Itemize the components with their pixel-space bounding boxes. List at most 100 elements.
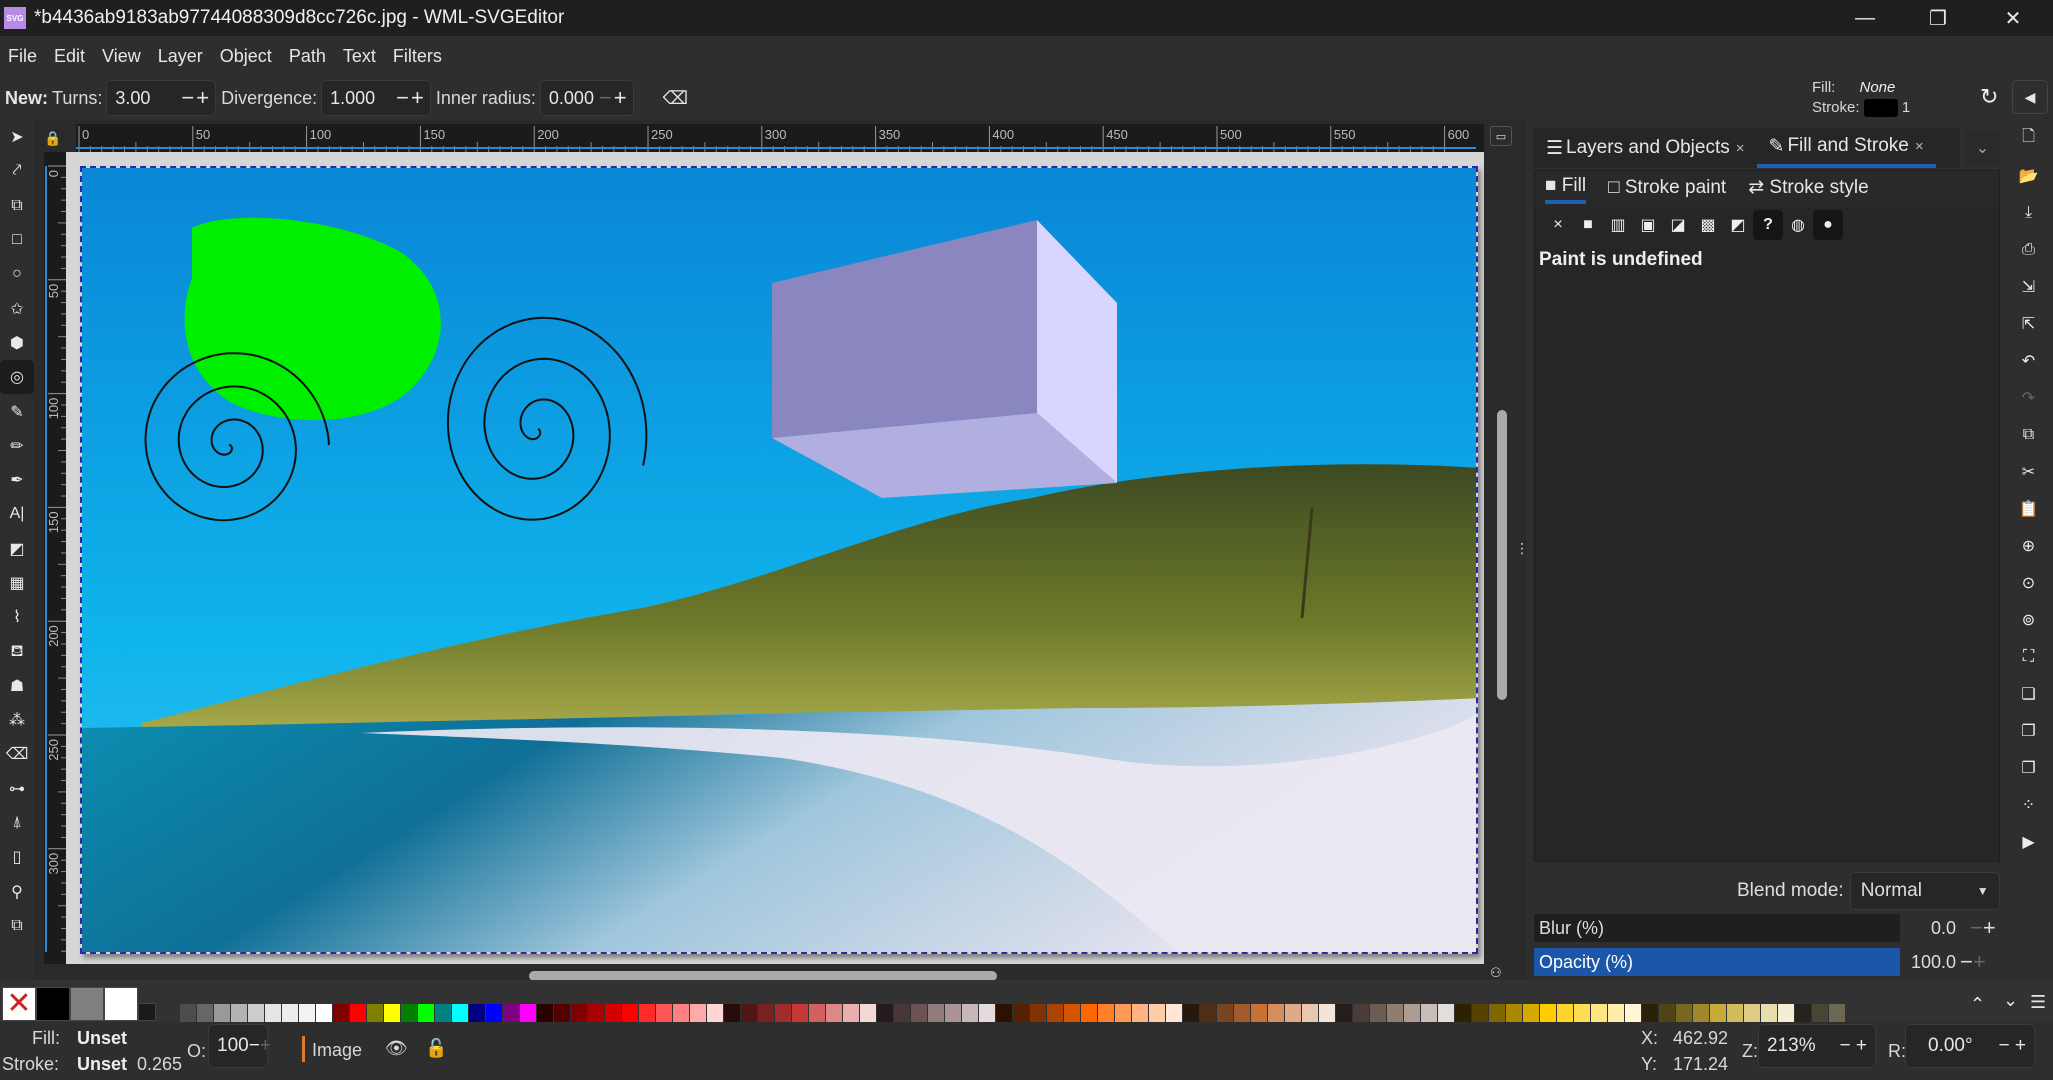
bezier-tool-icon[interactable]: ✎ <box>0 394 34 428</box>
palette-swatch[interactable] <box>384 1004 400 1022</box>
palette-swatch[interactable] <box>775 1004 791 1022</box>
palette-swatch[interactable] <box>826 1004 842 1022</box>
opacity-track[interactable]: Opacity (%) <box>1534 948 1900 976</box>
palette-swatch[interactable] <box>1795 1004 1811 1022</box>
palette-swatch[interactable] <box>1302 1004 1318 1022</box>
palette-swatch[interactable] <box>1523 1004 1539 1022</box>
rotate-cw-button[interactable]: + <box>2015 1035 2026 1056</box>
document-page[interactable] <box>80 166 1478 954</box>
clone-tool-icon[interactable]: ⧉ <box>0 909 34 943</box>
paint-bucket-tool-icon[interactable]: ⛾ <box>0 634 34 668</box>
3d-box-tool-icon[interactable]: ⬢ <box>0 326 34 360</box>
opacity-increment[interactable]: + <box>1973 949 1986 975</box>
vertical-ruler[interactable]: 0 50 100 150 200 250 300 <box>44 152 66 964</box>
zoom-page-width-icon[interactable]: ⛶ <box>2004 638 2053 675</box>
fill-rule-nonzero-icon[interactable]: ● <box>1813 210 1843 240</box>
palette-swatch[interactable] <box>1455 1004 1471 1022</box>
palette-swatch[interactable] <box>1829 1004 1845 1022</box>
palette-swatch[interactable] <box>333 1004 349 1022</box>
reset-icon[interactable]: ⌫ <box>663 88 688 109</box>
palette-swatch[interactable] <box>639 1004 655 1022</box>
close-tab-icon[interactable]: × <box>1736 140 1745 157</box>
collapse-commands-button[interactable]: ◀ <box>2012 80 2048 114</box>
menu-edit[interactable]: Edit <box>54 46 85 67</box>
undo-icon[interactable]: ↶ <box>2004 342 2053 379</box>
palette-swatch[interactable] <box>792 1004 808 1022</box>
new-document-icon[interactable]: 🗋 <box>2004 120 2053 157</box>
palette-swatch[interactable] <box>537 1004 553 1022</box>
tab-layers-and-objects[interactable]: ☰ Layers and Objects × <box>1534 128 1757 168</box>
palette-swatch[interactable] <box>928 1004 944 1022</box>
turns-input[interactable]: 3.00 <box>115 88 179 109</box>
zoom-page-icon[interactable]: ⊚ <box>2004 601 2053 638</box>
divergence-input[interactable]: 1.000 <box>330 88 394 109</box>
linear-gradient-icon[interactable]: ▥ <box>1603 210 1633 240</box>
eraser-tool-icon[interactable]: ⌫ <box>0 737 34 771</box>
palette-swatch[interactable] <box>911 1004 927 1022</box>
palette-swatch[interactable] <box>1489 1004 1505 1022</box>
palette-swatch[interactable] <box>979 1004 995 1022</box>
opacity-decrement[interactable]: − <box>1960 949 1973 975</box>
zoom-selection-icon[interactable]: ⊕ <box>2004 527 2053 564</box>
clone-icon[interactable]: ❐ <box>2004 712 2053 749</box>
palette-swatch[interactable] <box>1013 1004 1029 1022</box>
rectangle-tool-icon[interactable]: □ <box>0 223 34 257</box>
menu-object[interactable]: Object <box>220 46 272 67</box>
radial-gradient-icon[interactable]: ▣ <box>1633 210 1663 240</box>
close-button[interactable]: ✕ <box>1984 0 2042 36</box>
divergence-increment[interactable]: + <box>411 85 424 111</box>
palette-swatch[interactable] <box>36 987 70 1021</box>
palette-swatch[interactable] <box>1812 1004 1828 1022</box>
palette-swatch[interactable] <box>860 1004 876 1022</box>
palette-swatch[interactable] <box>554 1004 570 1022</box>
palette-scroll-up-icon[interactable]: ⌃ <box>1970 994 1985 1015</box>
palette-swatch[interactable] <box>1472 1004 1488 1022</box>
palette-swatch[interactable] <box>690 1004 706 1022</box>
palette-swatch[interactable] <box>605 1004 621 1022</box>
palette-swatch[interactable] <box>1030 1004 1046 1022</box>
status-opacity-spinbox[interactable]: 100 − + <box>208 1024 271 1068</box>
palette-swatch[interactable] <box>622 1004 638 1022</box>
palette-swatch[interactable] <box>1064 1004 1080 1022</box>
minimize-button[interactable]: — <box>1836 0 1894 36</box>
palette-swatch[interactable] <box>656 1004 672 1022</box>
palette-swatch[interactable] <box>588 1004 604 1022</box>
palette-swatch[interactable] <box>707 1004 723 1022</box>
palette-swatch[interactable] <box>1591 1004 1607 1022</box>
palette-swatch[interactable] <box>180 1004 196 1022</box>
select-same-icon[interactable]: ⁘ <box>2004 786 2053 823</box>
palette-menu-icon[interactable]: ☰ <box>2030 992 2046 1013</box>
turns-spinbox[interactable]: 3.00 − + <box>106 80 217 116</box>
export-icon[interactable]: ⇱ <box>2004 305 2053 342</box>
ruler-lock-icon[interactable]: 🔒 <box>40 124 66 152</box>
print-icon[interactable]: ⎙ <box>2004 231 2053 268</box>
palette-swatch[interactable] <box>843 1004 859 1022</box>
palette-swatch[interactable] <box>1693 1004 1709 1022</box>
palette-swatch[interactable] <box>741 1004 757 1022</box>
palette-swatch[interactable] <box>1268 1004 1284 1022</box>
opacity-increment[interactable]: + <box>260 1035 271 1057</box>
style-indicator[interactable]: Fill: None Stroke: 1 <box>1812 78 1910 118</box>
palette-swatch[interactable] <box>214 1004 230 1022</box>
no-paint-swatch[interactable]: ✕ <box>2 987 36 1021</box>
palette-swatch[interactable] <box>452 1004 468 1022</box>
palette-swatch[interactable] <box>299 1004 315 1022</box>
save-icon[interactable]: ⤓ <box>2004 194 2053 231</box>
palette-swatch[interactable] <box>1540 1004 1556 1022</box>
rotation-value[interactable]: 0.00° <box>1914 1035 1973 1057</box>
palette-swatch[interactable] <box>1149 1004 1165 1022</box>
pencil-tool-icon[interactable]: ✏ <box>0 429 34 463</box>
status-opacity-value[interactable]: 100 <box>217 1035 249 1057</box>
palette-swatch[interactable] <box>1727 1004 1743 1022</box>
status-fill-value[interactable]: Unset <box>77 1028 127 1049</box>
blur-value[interactable]: 0.0 <box>1900 918 1960 939</box>
menu-layer[interactable]: Layer <box>158 46 203 67</box>
palette-swatch[interactable] <box>1336 1004 1352 1022</box>
redo-icon[interactable]: ↷ <box>2004 379 2053 416</box>
palette-swatch[interactable] <box>1166 1004 1182 1022</box>
visibility-eye-icon[interactable]: 👁 <box>385 1038 408 1059</box>
calligraphy-tool-icon[interactable]: ✒ <box>0 463 34 497</box>
palette-swatch[interactable] <box>503 1004 519 1022</box>
rotate-ccw-button[interactable]: − <box>1999 1035 2010 1056</box>
tab-fill-and-stroke[interactable]: ✎ Fill and Stroke × <box>1756 128 1936 168</box>
